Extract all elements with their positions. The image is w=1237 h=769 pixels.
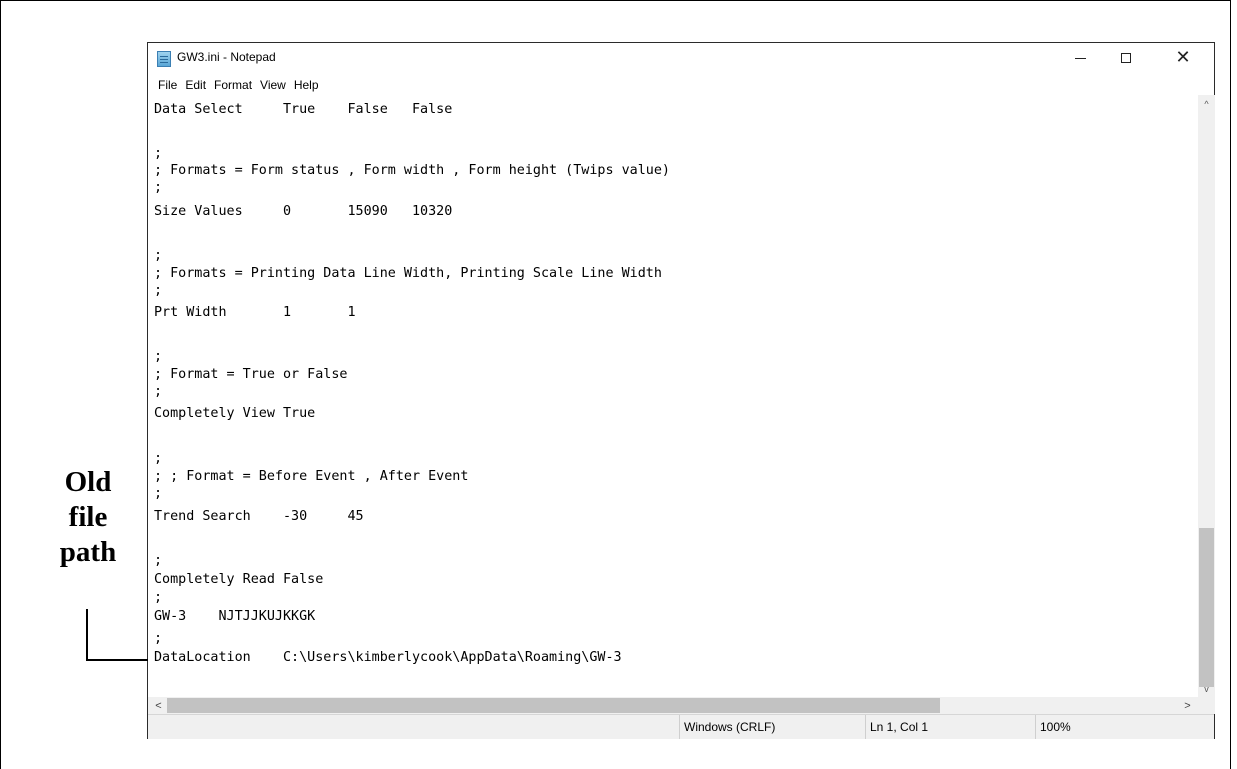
annotation-line-vertical xyxy=(86,609,88,660)
menu-format[interactable]: Format xyxy=(213,78,253,92)
editor-line: ; Formats = Form status , Form width , F… xyxy=(154,163,670,178)
editor-line: ; Formats = Printing Data Line Width, Pr… xyxy=(154,266,662,281)
editor-line: Trend Search -30 45 xyxy=(154,509,364,524)
notepad-window: GW3.ini - Notepad ✕ File Edit Format Vie… xyxy=(147,42,1215,739)
text-editor[interactable]: Data Select True False False; ; Formats =… xyxy=(148,95,1198,697)
status-zoom: 100% xyxy=(1035,715,1215,739)
editor-line: ; xyxy=(154,486,163,501)
editor-line: Data Select True False False xyxy=(154,102,453,117)
maximize-icon xyxy=(1121,53,1131,63)
status-encoding: Windows (CRLF) xyxy=(679,715,865,739)
scrollbar-corner xyxy=(1198,697,1215,714)
editor-line: ; xyxy=(154,590,163,605)
editor-line: GW-3 NJTJJKUJKKGK xyxy=(154,609,316,624)
menu-bar: File Edit Format View Help xyxy=(148,75,1214,95)
scroll-down-icon[interactable]: v xyxy=(1198,680,1215,697)
scroll-right-icon[interactable]: > xyxy=(1179,697,1196,714)
editor-line: ; Format = True or False xyxy=(154,367,348,382)
minimize-button[interactable] xyxy=(1057,43,1103,73)
editor-line: Prt Width 1 1 xyxy=(154,305,356,320)
editor-line: ; xyxy=(154,146,163,161)
annotation-line-horizontal xyxy=(86,659,148,661)
vertical-scroll-thumb[interactable] xyxy=(1199,528,1214,687)
editor-line: Completely View True xyxy=(154,406,316,421)
editor-line: ; xyxy=(154,631,163,646)
editor-line: ; ; Format = Before Event , After Event xyxy=(154,469,469,484)
window-title: GW3.ini - Notepad xyxy=(177,50,276,64)
minimize-icon xyxy=(1074,57,1086,59)
scroll-left-icon[interactable]: < xyxy=(150,697,167,714)
editor-line: ; xyxy=(154,180,163,195)
close-icon: ✕ xyxy=(1175,47,1191,68)
title-bar[interactable]: GW3.ini - Notepad ✕ xyxy=(148,43,1214,75)
editor-line: ; xyxy=(154,248,163,263)
status-bar: Windows (CRLF) Ln 1, Col 1 100% xyxy=(148,714,1214,739)
menu-file[interactable]: File xyxy=(157,78,178,92)
vertical-scrollbar[interactable]: ^ v xyxy=(1198,95,1215,697)
annotation-label: Old file path xyxy=(59,466,117,568)
editor-line: ; xyxy=(154,384,163,399)
editor-line: ; xyxy=(154,451,163,466)
scroll-up-icon[interactable]: ^ xyxy=(1198,95,1215,112)
resize-grip-icon[interactable] xyxy=(1204,729,1212,737)
menu-help[interactable]: Help xyxy=(293,78,320,92)
horizontal-scroll-thumb[interactable] xyxy=(167,698,940,713)
maximize-button[interactable] xyxy=(1103,43,1149,73)
notepad-icon xyxy=(157,51,171,67)
status-cursor-position: Ln 1, Col 1 xyxy=(865,715,1035,739)
editor-line: Size Values 0 15090 10320 xyxy=(154,204,453,219)
editor-line: DataLocation C:\Users\kimberlycook\AppDa… xyxy=(154,650,622,665)
editor-line: ; xyxy=(154,553,163,568)
menu-edit[interactable]: Edit xyxy=(184,78,207,92)
menu-view[interactable]: View xyxy=(259,78,287,92)
editor-line: Completely Read False xyxy=(154,572,324,587)
editor-line: ; xyxy=(154,349,163,364)
horizontal-scrollbar[interactable]: < > xyxy=(148,697,1198,714)
close-button[interactable]: ✕ xyxy=(1160,43,1206,73)
editor-line: ; xyxy=(154,283,163,298)
